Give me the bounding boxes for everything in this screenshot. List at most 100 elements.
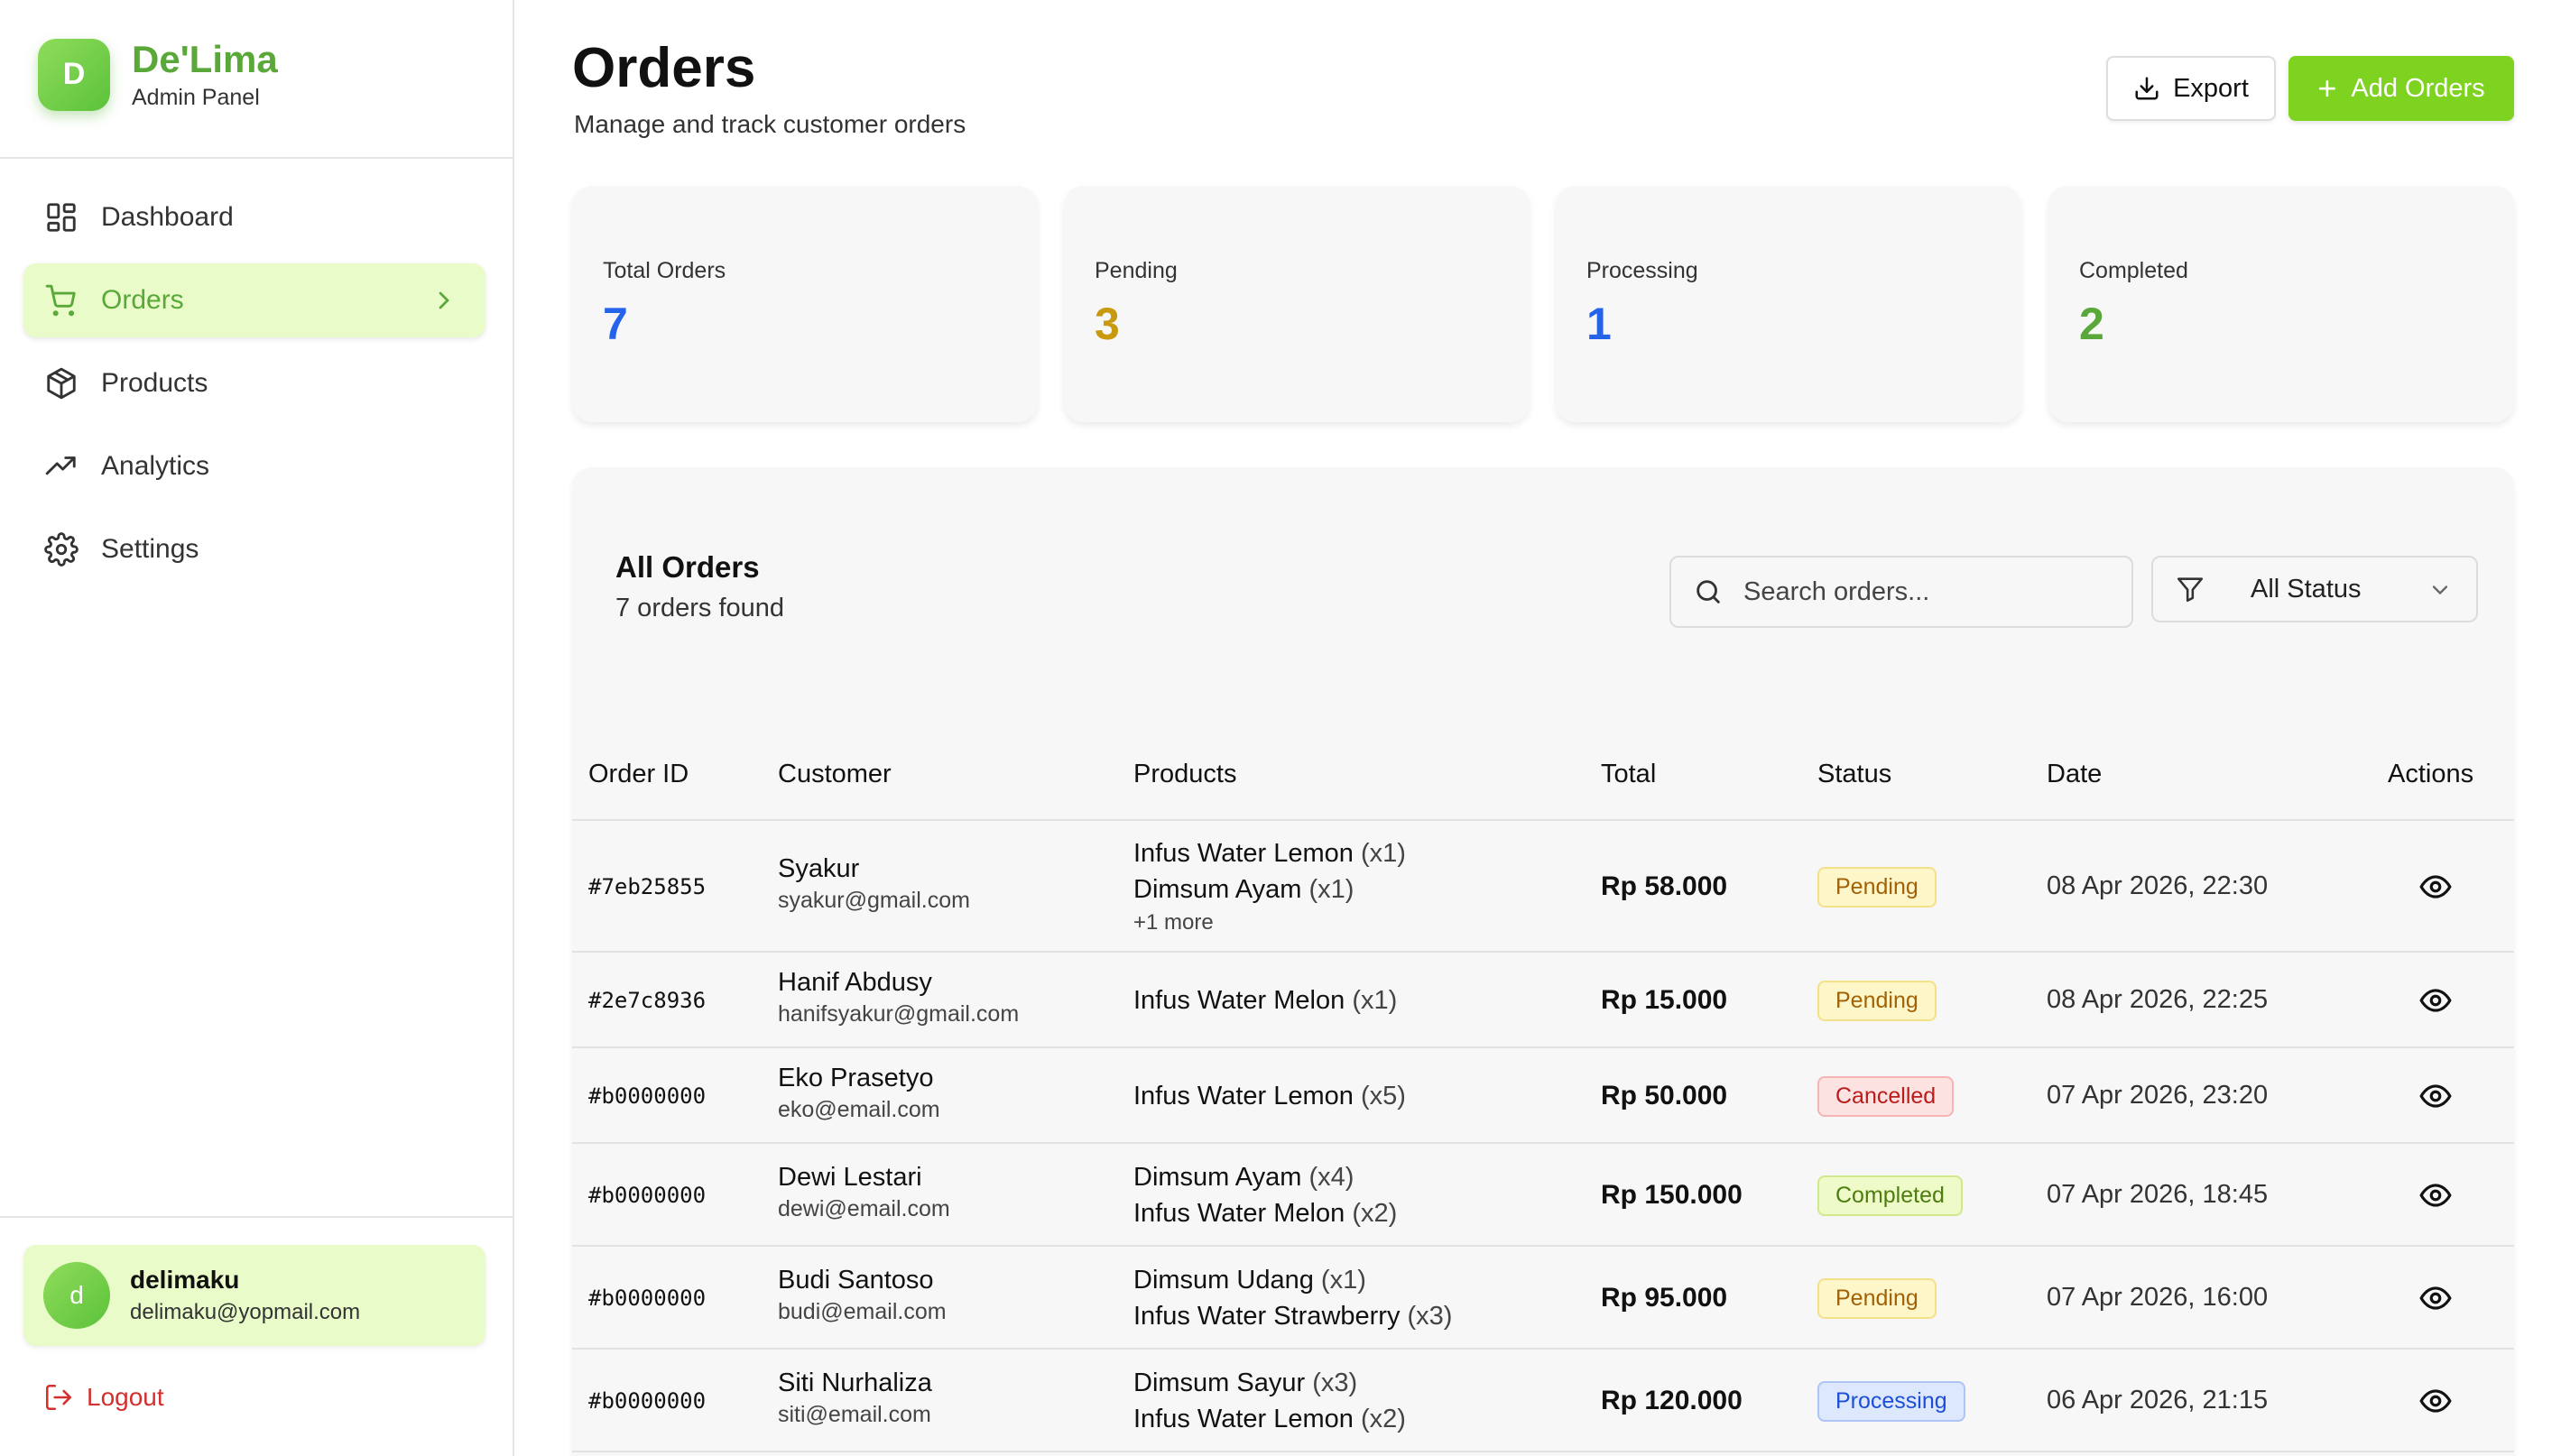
- order-date: 07 Apr 2026, 16:00: [2047, 1283, 2269, 1312]
- search-input[interactable]: [1743, 576, 2122, 607]
- sidebar-nav: Dashboard Orders Products Analytics Sett…: [23, 180, 485, 595]
- product-qty: (x3): [1312, 1368, 1358, 1397]
- customer-cell: Eko Prasetyo eko@email.com: [778, 1064, 940, 1123]
- product-name: Infus Water Lemon: [1133, 839, 1354, 868]
- sidebar-item-orders[interactable]: Orders: [23, 263, 485, 337]
- order-total: Rp 50.000: [1601, 1081, 1728, 1110]
- column-header-order-id[interactable]: Order ID: [588, 760, 689, 789]
- status-badge: Pending: [1817, 1278, 1937, 1319]
- panel-title: All Orders: [615, 550, 760, 584]
- view-order-button[interactable]: [2418, 983, 2453, 1022]
- export-button[interactable]: Export: [2106, 56, 2276, 121]
- sidebar-item-label: Dashboard: [101, 202, 234, 232]
- product-name: Infus Water Lemon: [1133, 1082, 1354, 1110]
- order-id: #b0000000: [588, 1083, 707, 1109]
- customer-email: syakur@gmail.com: [778, 888, 970, 913]
- table-row[interactable]: #b0000000 Budi Santoso budi@email.com Dimsu…: [572, 1247, 2514, 1350]
- stat-card-total: Total Orders 7: [572, 186, 1038, 422]
- product-name: Dimsum Sayur: [1133, 1368, 1306, 1397]
- sidebar: D De'Lima Admin Panel Dashboard Orders P…: [0, 0, 514, 1456]
- brand[interactable]: D De'Lima Admin Panel: [38, 38, 278, 111]
- column-header-products[interactable]: Products: [1133, 760, 1236, 789]
- add-orders-button[interactable]: + Add Orders: [2288, 56, 2514, 121]
- order-total: Rp 120.000: [1601, 1386, 1743, 1415]
- package-icon: [43, 365, 79, 401]
- status-cell: Pending: [1817, 981, 1937, 1021]
- add-orders-label: Add Orders: [2351, 73, 2485, 103]
- status-filter-select[interactable]: All Status: [2151, 556, 2478, 622]
- product-line: Dimsum Sayur (x3): [1133, 1365, 1406, 1401]
- product-name: Infus Water Melon: [1133, 986, 1345, 1015]
- search-icon: [1697, 580, 1720, 604]
- view-order-button[interactable]: [2418, 1079, 2453, 1118]
- table-header: Order ID Customer Products Total Status …: [572, 733, 2514, 821]
- gear-icon: [43, 531, 79, 567]
- sidebar-item-label: Products: [101, 368, 208, 398]
- stat-card-processing: Processing 1: [1556, 186, 2021, 422]
- table-row[interactable]: #b0000000 Eko Prasetyo eko@email.com Infus …: [572, 1048, 2514, 1144]
- stat-label: Total Orders: [603, 258, 726, 283]
- orders-count: 7 orders found: [615, 594, 785, 622]
- logout-button[interactable]: Logout: [43, 1382, 164, 1413]
- chevron-right-icon: [439, 291, 449, 309]
- product-name: Dimsum Ayam: [1133, 1163, 1302, 1192]
- status-cell: Pending: [1817, 1278, 1937, 1319]
- eye-icon: [2419, 1184, 2452, 1207]
- customer-email: dewi@email.com: [778, 1196, 950, 1221]
- column-header-status[interactable]: Status: [1817, 760, 1891, 789]
- column-header-customer[interactable]: Customer: [778, 760, 892, 789]
- stat-value: 7: [603, 299, 628, 349]
- order-date: 08 Apr 2026, 22:25: [2047, 985, 2269, 1014]
- brand-logo: D: [38, 38, 110, 111]
- customer-cell: Siti Nurhaliza siti@email.com: [778, 1368, 932, 1428]
- column-header-total[interactable]: Total: [1601, 760, 1656, 789]
- eye-icon: [2419, 875, 2452, 898]
- products-cell: Dimsum Udang (x1) Infus Water Strawberry …: [1133, 1262, 1452, 1334]
- filter-icon: [2177, 577, 2204, 603]
- order-total: Rp 150.000: [1601, 1180, 1743, 1210]
- customer-cell: Dewi Lestari dewi@email.com: [778, 1163, 950, 1222]
- table-row[interactable]: #2e7c8936 Hanif Abdusy hanifsyakur@gmail.c…: [572, 953, 2514, 1048]
- user-email: delimaku@yopmail.com: [130, 1300, 361, 1324]
- search-box[interactable]: [1669, 556, 2133, 628]
- table-row[interactable]: #b0000000 Dewi Lestari dewi@email.com Dimsu…: [572, 1144, 2514, 1247]
- column-header-date[interactable]: Date: [2047, 760, 2102, 789]
- user-card[interactable]: d delimaku delimaku@yopmail.com: [23, 1245, 485, 1346]
- products-cell: Dimsum Sayur (x3) Infus Water Lemon (x2): [1133, 1365, 1406, 1437]
- product-qty: (x1): [1320, 1266, 1366, 1295]
- view-order-button[interactable]: [2418, 1384, 2453, 1423]
- view-order-button[interactable]: [2418, 870, 2453, 908]
- status-cell: Cancelled: [1817, 1076, 1955, 1117]
- view-order-button[interactable]: [2418, 1178, 2453, 1217]
- product-name: Infus Water Strawberry: [1133, 1302, 1401, 1331]
- product-qty: (x5): [1361, 1082, 1406, 1110]
- sidebar-item-label: Orders: [101, 285, 184, 315]
- products-cell: Infus Water Lemon (x5): [1133, 1078, 1406, 1114]
- stat-label: Completed: [2079, 258, 2188, 283]
- stat-value: 1: [1586, 299, 1612, 349]
- table-row[interactable]: #b0000000 Siti Nurhaliza siti@email.com Dim…: [572, 1350, 2514, 1452]
- product-line: Dimsum Ayam (x1): [1133, 871, 1406, 908]
- view-order-button[interactable]: [2418, 1281, 2453, 1320]
- brand-name: De'Lima: [132, 38, 278, 80]
- table-row[interactable]: #7eb25855 Syakur syakur@gmail.com Infus Wat…: [572, 821, 2514, 953]
- sidebar-item-settings[interactable]: Settings: [23, 512, 485, 586]
- customer-email: eko@email.com: [778, 1097, 940, 1122]
- order-id: #b0000000: [588, 1388, 707, 1414]
- product-qty: (x4): [1308, 1163, 1354, 1192]
- product-name: Infus Water Melon: [1133, 1199, 1345, 1228]
- user-text: delimaku delimaku@yopmail.com: [130, 1266, 360, 1325]
- product-qty: (x1): [1308, 875, 1354, 904]
- customer-name: Dewi Lestari: [778, 1163, 922, 1192]
- sidebar-item-analytics[interactable]: Analytics: [23, 429, 485, 503]
- products-cell: Dimsum Ayam (x4) Infus Water Melon (x2): [1133, 1159, 1397, 1231]
- column-header-actions: Actions: [2388, 760, 2474, 788]
- download-icon: [2135, 77, 2159, 100]
- sidebar-item-dashboard[interactable]: Dashboard: [23, 180, 485, 254]
- order-id: #b0000000: [588, 1286, 707, 1311]
- product-line: Infus Water Lemon (x5): [1133, 1078, 1406, 1114]
- plus-icon: +: [2317, 69, 2337, 106]
- order-date: 07 Apr 2026, 18:45: [2047, 1180, 2269, 1209]
- customer-name: Syakur: [778, 854, 860, 883]
- sidebar-item-products[interactable]: Products: [23, 346, 485, 420]
